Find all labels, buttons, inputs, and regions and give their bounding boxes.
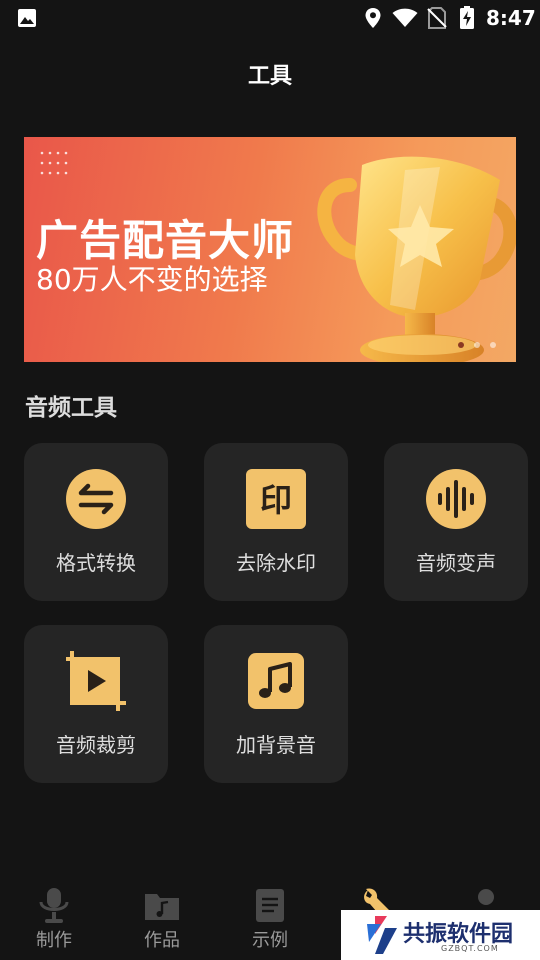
watermark: 共振软件园 GZBQT.COM <box>341 910 540 960</box>
clock: 8:47 <box>486 6 536 30</box>
pager-dot[interactable] <box>458 342 464 348</box>
nav-label: 制作 <box>36 930 72 951</box>
tool-label: 加背景音 <box>236 733 316 757</box>
nav-label: 示例 <box>252 930 288 951</box>
tool-add-bgm[interactable]: 加背景音 <box>204 625 348 783</box>
trophy-icon <box>317 156 516 362</box>
music-note-icon <box>248 653 304 709</box>
section-title: 音频工具 <box>25 395 117 421</box>
watermark-logo-icon <box>367 916 397 954</box>
status-bar: 8:47 <box>0 0 540 36</box>
tool-label: 音频裁剪 <box>56 733 136 757</box>
banner-pager[interactable] <box>458 342 496 348</box>
wifi-icon <box>392 8 418 27</box>
gallery-icon <box>18 9 36 27</box>
no-sim-icon <box>427 7 447 29</box>
nav-item-make[interactable]: 制作 <box>0 878 108 960</box>
nav-label: 作品 <box>144 930 180 951</box>
tool-format-convert[interactable]: 格式转换 <box>24 443 168 601</box>
tool-label: 去除水印 <box>236 551 316 575</box>
voice-wave-icon <box>426 469 486 529</box>
microphone-icon <box>39 888 69 923</box>
svg-text:印: 印 <box>260 481 292 519</box>
pager-dot[interactable] <box>490 342 496 348</box>
tool-voice-change[interactable]: 音频变声 <box>384 443 528 601</box>
page-title: 工具 <box>247 64 292 89</box>
tool-label: 音频变声 <box>416 551 496 575</box>
convert-icon <box>66 469 126 529</box>
banner-subtitle: 80万人不变的选择 <box>36 263 268 296</box>
pager-dot[interactable] <box>474 342 480 348</box>
tool-remove-watermark[interactable]: 印 去除水印 <box>204 443 348 601</box>
watermark-subtext: GZBQT.COM <box>441 944 499 953</box>
nav-item-works[interactable]: 作品 <box>108 878 216 960</box>
dots-decoration <box>40 151 68 175</box>
crop-video-icon <box>66 651 126 711</box>
tool-label: 格式转换 <box>56 551 136 575</box>
folder-music-icon <box>145 894 179 920</box>
document-icon <box>256 889 284 922</box>
promo-banner[interactable]: 广告配音大师 80万人不变的选择 <box>24 137 516 362</box>
tool-audio-crop[interactable]: 音频裁剪 <box>24 625 168 783</box>
battery-charging-icon <box>460 6 474 29</box>
nav-item-examples[interactable]: 示例 <box>216 878 324 960</box>
location-icon <box>365 8 381 28</box>
stamp-icon: 印 <box>246 469 306 529</box>
